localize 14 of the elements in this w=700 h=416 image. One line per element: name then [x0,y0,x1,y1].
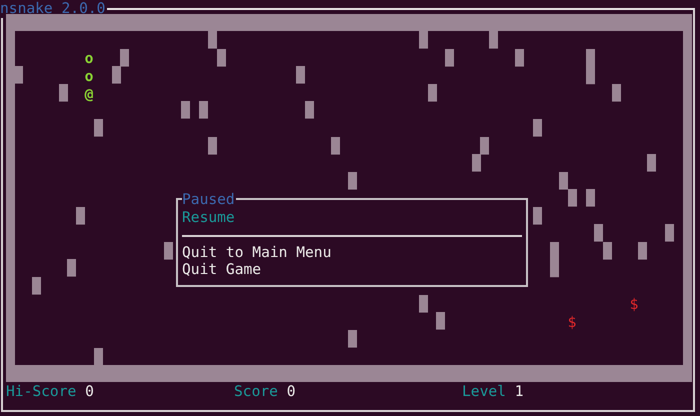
stat-label: Level [462,383,506,401]
food-glyph: $ [568,314,576,331]
menu-item[interactable]: Resume [182,209,235,227]
stat-label: Hi-Score [6,383,76,401]
menu-item[interactable]: Quit to Main Menu [182,244,332,262]
food-glyph: $ [630,296,638,313]
snake-glyph: o [84,50,94,67]
stat-value: 0 [85,383,94,401]
snake-glyph: o [84,68,94,85]
menu-item[interactable]: Quit Game [182,261,262,279]
snake-glyph: @ [84,86,94,103]
stat-label: Score [234,383,278,401]
stat-value: 0 [286,383,296,401]
stat-value: 1 [514,383,524,401]
